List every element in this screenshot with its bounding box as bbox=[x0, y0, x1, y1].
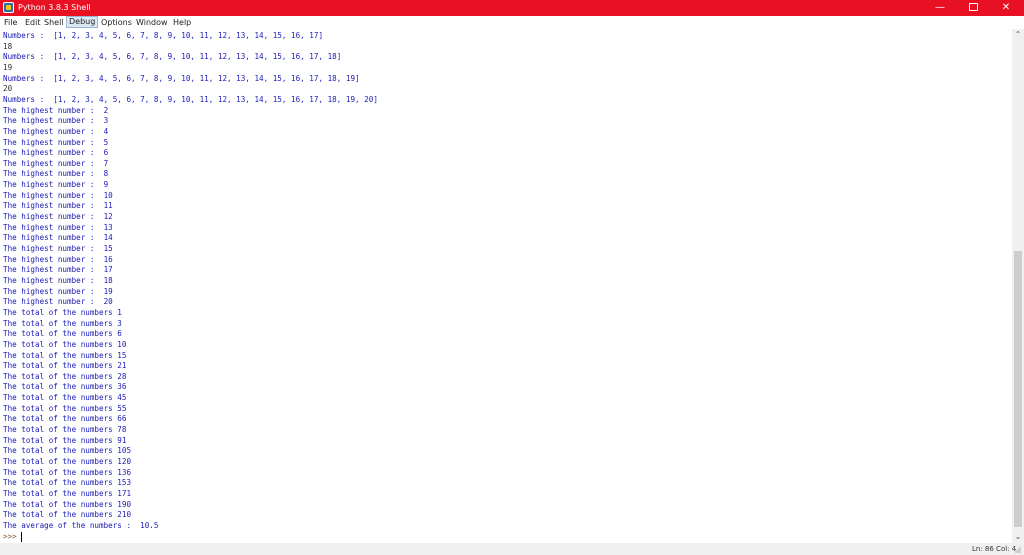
close-button[interactable]: ✕ bbox=[990, 0, 1022, 16]
shell-output[interactable]: Numbers : [1, 2, 3, 4, 5, 6, 7, 8, 9, 10… bbox=[0, 29, 1012, 543]
menu-file[interactable]: File bbox=[2, 16, 19, 28]
shell-output-line: The highest number : 7 bbox=[3, 158, 109, 168]
shell-output-line: The highest number : 5 bbox=[3, 137, 109, 147]
shell-output-line: The highest number : 9 bbox=[3, 180, 109, 190]
maximize-button[interactable] bbox=[957, 0, 989, 16]
shell-output-line: The total of the numbers 45 bbox=[3, 393, 127, 403]
minimize-button[interactable]: — bbox=[924, 0, 956, 16]
shell-output-line: The total of the numbers 36 bbox=[3, 382, 127, 392]
shell-output-line: The total of the numbers 1 bbox=[3, 307, 122, 317]
shell-output-line: The total of the numbers 153 bbox=[3, 478, 132, 488]
window-title: Python 3.8.3 Shell bbox=[18, 3, 91, 12]
shell-output-line: The total of the numbers 91 bbox=[3, 435, 127, 445]
shell-output-line: The total of the numbers 120 bbox=[3, 457, 132, 466]
shell-output-line: The total of the numbers 15 bbox=[3, 350, 127, 360]
scroll-up-icon[interactable]: ⌃ bbox=[1012, 29, 1024, 41]
cursor-position: Ln: 86 Col: 4 bbox=[972, 545, 1017, 553]
scroll-down-icon[interactable]: ⌄ bbox=[1012, 531, 1024, 543]
shell-output-line: The highest number : 19 bbox=[3, 286, 113, 296]
shell-output-line: The highest number : 14 bbox=[3, 233, 113, 243]
resize-grip-icon[interactable] bbox=[1014, 546, 1022, 554]
status-bar: Ln: 86 Col: 4 bbox=[0, 543, 1024, 555]
shell-output-line: Numbers : [1, 2, 3, 4, 5, 6, 7, 8, 9, 10… bbox=[3, 94, 378, 104]
shell-output-line: The total of the numbers 210 bbox=[3, 510, 132, 520]
title-bar: Python 3.8.3 Shell — ✕ bbox=[0, 0, 1024, 16]
shell-output-line: The total of the numbers 190 bbox=[3, 499, 132, 509]
shell-output-line: Numbers : [1, 2, 3, 4, 5, 6, 7, 8, 9, 10… bbox=[3, 31, 324, 40]
shell-output-line: The highest number : 12 bbox=[3, 212, 113, 222]
shell-output-line: The highest number : 18 bbox=[3, 275, 113, 285]
text-cursor bbox=[20, 531, 22, 542]
menu-bar: File Edit Shell Debug Options Window Hel… bbox=[0, 16, 1024, 29]
shell-output-line: 19 bbox=[3, 62, 13, 72]
shell-output-line: The total of the numbers 3 bbox=[3, 318, 122, 328]
shell-output-line: The highest number : 11 bbox=[3, 201, 113, 211]
menu-help[interactable]: Help bbox=[171, 16, 193, 28]
shell-output-line: The highest number : 17 bbox=[3, 265, 113, 275]
shell-output-line: The total of the numbers 10 bbox=[3, 339, 127, 349]
python-app-icon bbox=[3, 2, 14, 13]
shell-prompt-line[interactable]: >>> bbox=[3, 531, 22, 542]
shell-output-line: The total of the numbers 105 bbox=[3, 446, 132, 456]
shell-output-line: The highest number : 3 bbox=[3, 116, 109, 126]
shell-prompt: >>> bbox=[3, 531, 17, 541]
shell-output-line: The highest number : 6 bbox=[3, 148, 109, 158]
menu-options[interactable]: Options bbox=[99, 16, 134, 28]
shell-output-line: The total of the numbers 21 bbox=[3, 361, 127, 371]
menu-edit[interactable]: Edit bbox=[23, 16, 43, 28]
shell-output-line: The total of the numbers 171 bbox=[3, 488, 132, 498]
menu-window[interactable]: Window bbox=[134, 16, 170, 28]
shell-output-line: The highest number : 4 bbox=[3, 126, 109, 136]
shell-output-line: The highest number : 20 bbox=[3, 297, 113, 307]
shell-output-line: The highest number : 10 bbox=[3, 190, 113, 200]
shell-output-line: The total of the numbers 6 bbox=[3, 329, 122, 339]
shell-output-line: 18 bbox=[3, 41, 13, 51]
shell-output-line: The highest number : 2 bbox=[3, 105, 109, 115]
menu-debug[interactable]: Debug bbox=[66, 16, 99, 28]
scroll-thumb[interactable] bbox=[1014, 251, 1022, 527]
shell-output-line: The highest number : 16 bbox=[3, 254, 113, 264]
shell-output-line: The total of the numbers 55 bbox=[3, 403, 127, 413]
shell-output-line: The total of the numbers 136 bbox=[3, 467, 132, 477]
shell-output-line: The highest number : 8 bbox=[3, 169, 109, 179]
maximize-icon bbox=[968, 3, 978, 11]
vertical-scrollbar[interactable]: ⌃ ⌄ bbox=[1012, 29, 1024, 543]
menu-shell[interactable]: Shell bbox=[42, 16, 66, 28]
shell-output-line: 20 bbox=[3, 84, 13, 94]
shell-output-line: Numbers : [1, 2, 3, 4, 5, 6, 7, 8, 9, 10… bbox=[3, 52, 342, 62]
shell-output-line: The highest number : 15 bbox=[3, 244, 113, 253]
shell-output-line: The total of the numbers 78 bbox=[3, 425, 127, 435]
shell-output-line: Numbers : [1, 2, 3, 4, 5, 6, 7, 8, 9, 10… bbox=[3, 73, 360, 83]
shell-output-line: The average of the numbers : 10.5 bbox=[3, 520, 159, 530]
shell-output-line: The total of the numbers 28 bbox=[3, 371, 127, 381]
shell-output-line: The highest number : 13 bbox=[3, 222, 113, 232]
shell-output-line: The total of the numbers 66 bbox=[3, 414, 127, 424]
